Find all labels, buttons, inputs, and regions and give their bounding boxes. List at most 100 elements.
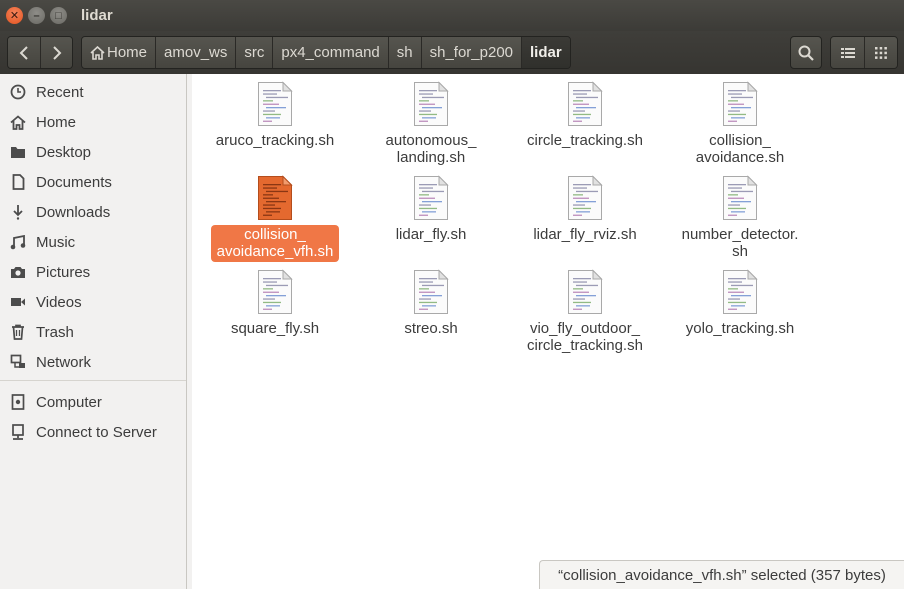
text-file-icon bbox=[413, 175, 449, 221]
window-title: lidar bbox=[81, 7, 113, 24]
grid-view-button[interactable] bbox=[864, 37, 897, 68]
sidebar-item-network[interactable]: Network bbox=[0, 347, 186, 377]
file-name: square_fly.sh bbox=[227, 319, 323, 339]
file-item[interactable]: square_fly.sh bbox=[210, 269, 340, 339]
sidebar-item-label: Videos bbox=[36, 293, 82, 311]
file-name: streo.sh bbox=[400, 319, 461, 339]
sidebar-item-label: Connect to Server bbox=[36, 423, 157, 441]
breadcrumb-label: Home bbox=[107, 44, 148, 61]
text-file-icon bbox=[567, 81, 603, 127]
breadcrumb-sh[interactable]: sh bbox=[387, 37, 421, 68]
file-name-line: collision_ bbox=[244, 226, 306, 243]
document-icon bbox=[9, 173, 27, 191]
sidebar-item-label: Recent bbox=[36, 83, 84, 101]
file-name: collision_ avoidance_vfh.sh bbox=[211, 225, 339, 262]
file-name-line: circle_tracking.sh bbox=[527, 337, 643, 354]
video-icon bbox=[9, 293, 27, 311]
file-item[interactable]: lidar_fly_rviz.sh bbox=[520, 175, 650, 245]
file-name-line: sh bbox=[732, 243, 748, 260]
history-nav bbox=[7, 36, 73, 69]
breadcrumb-label: sh bbox=[396, 44, 413, 61]
chevron-left-icon bbox=[19, 45, 28, 60]
toolbar-actions bbox=[790, 36, 898, 69]
sidebar-item-label: Downloads bbox=[36, 203, 111, 221]
sidebar-item-videos[interactable]: Videos bbox=[0, 287, 186, 317]
forward-button[interactable] bbox=[40, 37, 72, 68]
breadcrumb-home[interactable]: Home bbox=[82, 37, 156, 68]
file-grid: aruco_tracking.sh autonomous_ landing.sh … bbox=[192, 74, 904, 589]
sidebar-divider bbox=[0, 380, 186, 381]
breadcrumb-label: sh_for_p200 bbox=[429, 44, 514, 61]
file-item[interactable]: yolo_tracking.sh bbox=[675, 269, 805, 339]
file-name-line: lidar_fly_rviz.sh bbox=[533, 226, 637, 243]
music-icon bbox=[9, 233, 27, 251]
maximize-window-button[interactable]: □ bbox=[50, 7, 67, 24]
file-name: number_detector. sh bbox=[678, 225, 803, 262]
file-name: aruco_tracking.sh bbox=[212, 131, 338, 151]
minimize-window-button[interactable]: – bbox=[28, 7, 45, 24]
text-file-icon bbox=[722, 175, 758, 221]
back-button[interactable] bbox=[8, 37, 40, 68]
file-name: yolo_tracking.sh bbox=[682, 319, 798, 339]
sidebar-item-desktop[interactable]: Desktop bbox=[0, 137, 186, 167]
file-item[interactable]: number_detector. sh bbox=[675, 175, 805, 262]
breadcrumb-px4-command[interactable]: px4_command bbox=[272, 37, 388, 68]
sidebar-item-label: Desktop bbox=[36, 143, 92, 161]
sidebar-item-music[interactable]: Music bbox=[0, 227, 186, 257]
download-icon bbox=[9, 203, 27, 221]
file-item[interactable]: aruco_tracking.sh bbox=[210, 81, 340, 151]
list-view-button[interactable] bbox=[831, 37, 864, 68]
sidebar-item-connect-to-server[interactable]: Connect to Server bbox=[0, 417, 186, 447]
selection-status: “collision_avoidance_vfh.sh” selected (3… bbox=[539, 560, 904, 589]
file-name: lidar_fly_rviz.sh bbox=[529, 225, 640, 245]
file-item-selected[interactable]: collision_ avoidance_vfh.sh bbox=[210, 175, 340, 262]
selection-status-text: “collision_avoidance_vfh.sh” selected (3… bbox=[558, 566, 886, 584]
breadcrumb-label: px4_command bbox=[281, 44, 380, 61]
sidebar-item-label: Pictures bbox=[36, 263, 91, 281]
camera-icon bbox=[9, 263, 27, 281]
computer-icon bbox=[9, 393, 27, 411]
file-item[interactable]: autonomous_ landing.sh bbox=[366, 81, 496, 168]
file-name-line: vio_fly_outdoor_ bbox=[529, 320, 641, 337]
breadcrumb-lidar[interactable]: lidar bbox=[521, 37, 570, 68]
sidebar-item-label: Trash bbox=[36, 323, 74, 341]
view-mode-toggle bbox=[830, 36, 898, 69]
breadcrumb-src[interactable]: src bbox=[235, 37, 273, 68]
text-file-icon bbox=[257, 175, 293, 221]
file-name-line: yolo_tracking.sh bbox=[685, 320, 795, 337]
search-button[interactable] bbox=[790, 36, 822, 69]
file-item[interactable]: lidar_fly.sh bbox=[366, 175, 496, 245]
file-name-line: collision_ bbox=[709, 132, 771, 149]
file-name: vio_fly_outdoor_ circle_tracking.sh bbox=[523, 319, 647, 356]
clock-icon bbox=[9, 83, 27, 101]
file-item[interactable]: circle_tracking.sh bbox=[520, 81, 650, 151]
text-file-icon bbox=[257, 269, 293, 315]
sidebar: Recent Home Desktop Documents Downloads … bbox=[0, 74, 187, 589]
breadcrumb-label: src bbox=[244, 44, 265, 61]
file-name-line: number_detector. bbox=[681, 226, 799, 243]
search-icon bbox=[798, 45, 814, 61]
sidebar-item-recent[interactable]: Recent bbox=[0, 77, 186, 107]
file-name-line: avoidance_vfh.sh bbox=[216, 243, 334, 260]
file-item[interactable]: streo.sh bbox=[366, 269, 496, 339]
file-item[interactable]: collision_ avoidance.sh bbox=[675, 81, 805, 168]
trash-icon bbox=[9, 323, 27, 341]
sidebar-item-computer[interactable]: Computer bbox=[0, 387, 186, 417]
text-file-icon bbox=[567, 175, 603, 221]
sidebar-item-label: Music bbox=[36, 233, 76, 251]
server-icon bbox=[9, 423, 27, 441]
sidebar-item-trash[interactable]: Trash bbox=[0, 317, 186, 347]
text-file-icon bbox=[413, 269, 449, 315]
sidebar-item-home[interactable]: Home bbox=[0, 107, 186, 137]
sidebar-item-pictures[interactable]: Pictures bbox=[0, 257, 186, 287]
file-item[interactable]: vio_fly_outdoor_ circle_tracking.sh bbox=[520, 269, 650, 356]
sidebar-item-downloads[interactable]: Downloads bbox=[0, 197, 186, 227]
file-name-line: square_fly.sh bbox=[230, 320, 320, 337]
breadcrumb-amov-ws[interactable]: amov_ws bbox=[155, 37, 236, 68]
breadcrumb-sh-for-p200[interactable]: sh_for_p200 bbox=[420, 37, 522, 68]
sidebar-item-label: Documents bbox=[36, 173, 112, 191]
sidebar-item-documents[interactable]: Documents bbox=[0, 167, 186, 197]
sidebar-item-label: Computer bbox=[36, 393, 102, 411]
close-window-button[interactable]: ✕ bbox=[6, 7, 23, 24]
breadcrumb-label: lidar bbox=[530, 44, 562, 61]
